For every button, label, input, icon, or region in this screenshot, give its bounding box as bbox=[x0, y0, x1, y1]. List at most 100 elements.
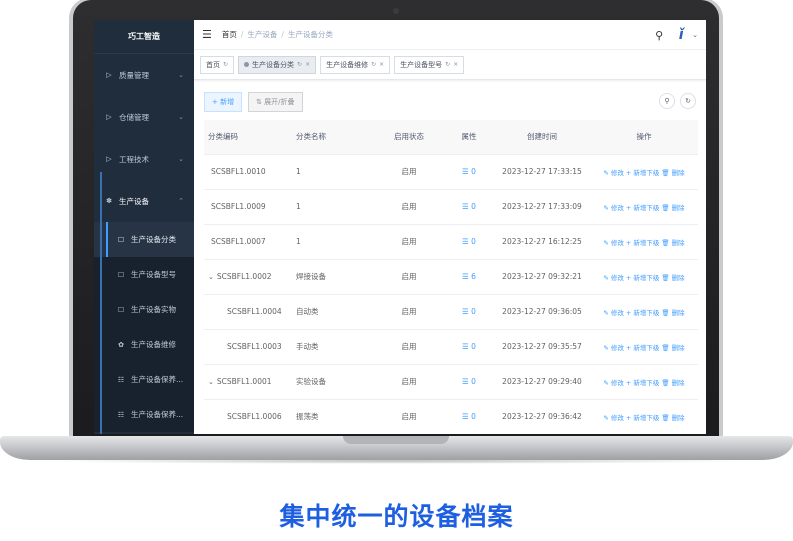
breadcrumb-separator: / bbox=[240, 30, 244, 39]
edit-button[interactable]: ✎ 修改 bbox=[603, 169, 624, 177]
column-header: 属性 bbox=[444, 120, 494, 155]
delete-button[interactable]: 🗑 删除 bbox=[661, 239, 684, 247]
add-sub-button[interactable]: + 新增下级 bbox=[626, 204, 660, 212]
cell-code: SCSBFL1.0006 bbox=[204, 399, 296, 434]
sidebar-subitem-category[interactable]: ☐ 生产设备分类 bbox=[94, 222, 194, 257]
add-sub-button[interactable]: + 新增下级 bbox=[626, 379, 660, 387]
sidebar-item-equipment[interactable]: ✽ 生产设备 ⌃ bbox=[94, 180, 194, 222]
sidebar-subitem-repair[interactable]: ✿ 生产设备维修 bbox=[94, 327, 194, 362]
edit-button[interactable]: ✎ 修改 bbox=[603, 379, 624, 387]
chevron-down-icon: ⌄ bbox=[178, 71, 184, 79]
add-sub-button[interactable]: + 新增下级 bbox=[626, 239, 660, 247]
delete-button[interactable]: 🗑 删除 bbox=[661, 414, 684, 422]
edit-button[interactable]: ✎ 修改 bbox=[603, 239, 624, 247]
edit-button[interactable]: ✎ 修改 bbox=[603, 344, 624, 352]
toolbar-right: ⚲ ↻ bbox=[654, 93, 696, 109]
cell-ops: ✎ 修改 + 新增下级 🗑 删除 bbox=[590, 189, 698, 225]
sidebar-subitem-label: 生产设备保养... bbox=[131, 410, 184, 419]
refresh-icon[interactable]: ↻ bbox=[223, 61, 228, 68]
cell-attr[interactable]: ☰ 0 bbox=[444, 189, 494, 225]
table-row[interactable]: SCSBFL1.0007 1 启用 ☰ 0 2023-12-27 16:12:25 ✎ 修… bbox=[204, 224, 698, 260]
cell-attr[interactable]: ☰ 6 bbox=[444, 259, 494, 295]
breadcrumb-home[interactable]: 首页 bbox=[222, 29, 237, 40]
cell-attr[interactable]: ☰ 0 bbox=[444, 399, 494, 434]
add-sub-button[interactable]: + 新增下级 bbox=[626, 309, 660, 317]
expand-collapse-button[interactable]: ⇅ 展开/折叠 bbox=[248, 92, 303, 112]
list-icon: ☰ bbox=[462, 167, 472, 176]
add-sub-label: 新增下级 bbox=[633, 238, 660, 247]
delete-button[interactable]: 🗑 删除 bbox=[661, 344, 684, 352]
delete-button[interactable]: 🗑 删除 bbox=[661, 204, 684, 212]
edit-button[interactable]: ✎ 修改 bbox=[603, 309, 624, 317]
chevron-down-icon: ⌄ bbox=[178, 155, 184, 163]
search-toggle-icon[interactable]: ⚲ bbox=[659, 93, 675, 109]
tree-caret-icon[interactable]: ⌄ bbox=[208, 378, 214, 386]
attr-count: 0 bbox=[471, 167, 476, 176]
delete-button[interactable]: 🗑 删除 bbox=[661, 169, 684, 177]
tag-label: 生产设备维修 bbox=[326, 60, 369, 69]
avatar[interactable]: ǐ bbox=[671, 24, 691, 46]
hamburger-icon[interactable]: ☰ bbox=[202, 28, 212, 41]
cell-attr[interactable]: ☰ 0 bbox=[444, 154, 494, 190]
cell-status: 启用 bbox=[374, 329, 444, 365]
sidebar-item-quality[interactable]: ▷ 质量管理 ⌄ bbox=[94, 54, 194, 96]
sidebar-subitem-maintenance-1[interactable]: ☷ 生产设备保养... bbox=[94, 362, 194, 397]
tag-model[interactable]: 生产设备型号 ↻ × bbox=[394, 55, 465, 74]
refresh-icon[interactable]: ↻ bbox=[445, 61, 450, 68]
edit-label: 修改 bbox=[610, 413, 624, 422]
caption: 集中统一的设备档案 bbox=[279, 502, 514, 531]
table-row[interactable]: SCSBFL1.0004 自动类 启用 ☰ 0 2023-12-27 09:36:05 ✎… bbox=[204, 294, 698, 330]
table-row[interactable]: SCSBFL1.0010 1 启用 ☰ 0 2023-12-27 17:33:15 ✎ 修… bbox=[204, 154, 698, 190]
refresh-icon[interactable]: ↻ bbox=[680, 93, 696, 109]
cell-code: SCSBFL1.0007 bbox=[204, 224, 296, 260]
delete-button[interactable]: 🗑 删除 bbox=[661, 274, 684, 282]
add-sub-button[interactable]: + 新增下级 bbox=[626, 169, 660, 177]
refresh-icon[interactable]: ↻ bbox=[371, 61, 376, 68]
table-row[interactable]: SCSBFL1.0003 手动类 启用 ☰ 0 2023-12-27 09:35:57 ✎… bbox=[204, 329, 698, 365]
table-row[interactable]: SCSBFL1.0009 1 启用 ☰ 0 2023-12-27 17:33:09 ✎ 修… bbox=[204, 189, 698, 225]
code-text: SCSBFL1.0010 bbox=[211, 167, 266, 176]
close-icon[interactable]: × bbox=[453, 61, 458, 68]
add-sub-button[interactable]: + 新增下级 bbox=[626, 344, 660, 352]
edit-icon: ☐ bbox=[117, 305, 125, 314]
tag-category[interactable]: 生产设备分类 ↻ × bbox=[238, 55, 317, 74]
add-button[interactable]: + 新增 bbox=[204, 92, 243, 112]
cell-attr[interactable]: ☰ 0 bbox=[444, 329, 494, 365]
table-row[interactable]: SCSBFL1.0006 振荡类 启用 ☰ 0 2023-12-27 09:36:42 ✎… bbox=[204, 399, 698, 434]
tree-caret-icon[interactable]: ⌄ bbox=[208, 273, 214, 281]
attr-count: 0 bbox=[471, 202, 476, 211]
close-icon[interactable]: × bbox=[379, 61, 384, 68]
tag-repair[interactable]: 生产设备维修 ↻ × bbox=[320, 55, 391, 74]
tag-label: 生产设备型号 bbox=[400, 60, 443, 69]
sidebar-item-warehouse[interactable]: ▷ 仓储管理 ⌄ bbox=[94, 96, 194, 138]
table-row[interactable]: ⌄ SCSBFL1.0001 实验设备 启用 ☰ 0 2023-12-27 09:29:4… bbox=[204, 364, 698, 400]
cell-time: 2023-12-27 09:36:42 bbox=[494, 399, 590, 434]
delete-button[interactable]: 🗑 删除 bbox=[661, 309, 684, 317]
sidebar-subitem-physical[interactable]: ☐ 生产设备实物 bbox=[94, 292, 194, 327]
close-icon[interactable]: × bbox=[305, 61, 310, 68]
edit-button[interactable]: ✎ 修改 bbox=[603, 274, 624, 282]
code-text: SCSBFL1.0001 bbox=[216, 377, 272, 386]
chevron-down-icon[interactable]: ⌄ bbox=[692, 31, 698, 39]
sidebar: 巧工智造 ▷ 质量管理 ⌄ ▷ 仓储管理 ⌄ ▷ 工程技术 ⌄ ✽ 生产设备 ⌃ bbox=[94, 20, 194, 434]
sidebar-subitem-maintenance-2[interactable]: ☷ 生产设备保养... bbox=[94, 397, 194, 432]
delete-label: 删除 bbox=[671, 168, 685, 177]
sidebar-subitem-model[interactable]: ☐ 生产设备型号 bbox=[94, 257, 194, 292]
edit-button[interactable]: ✎ 修改 bbox=[603, 204, 624, 212]
add-sub-button[interactable]: + 新增下级 bbox=[626, 274, 660, 282]
cell-attr[interactable]: ☰ 0 bbox=[444, 294, 494, 330]
edit-button[interactable]: ✎ 修改 bbox=[603, 414, 624, 422]
delete-button[interactable]: 🗑 删除 bbox=[661, 379, 684, 387]
sidebar-item-label: 生产设备 bbox=[119, 196, 149, 206]
add-sub-button[interactable]: + 新增下级 bbox=[626, 414, 660, 422]
tag-home[interactable]: 首页 ↻ bbox=[200, 55, 235, 74]
sidebar-item-engineering[interactable]: ▷ 工程技术 ⌄ bbox=[94, 138, 194, 180]
cell-attr[interactable]: ☰ 0 bbox=[444, 224, 494, 260]
table-row[interactable]: ⌄ SCSBFL1.0002 焊接设备 启用 ☰ 6 2023-12-27 09:32:2… bbox=[204, 259, 698, 295]
cell-attr[interactable]: ☰ 0 bbox=[444, 364, 494, 400]
sidebar-item-label: 质量管理 bbox=[119, 70, 149, 80]
edit-label: 修改 bbox=[610, 378, 624, 387]
search-icon[interactable]: ⚲ bbox=[655, 29, 663, 42]
edit-label: 修改 bbox=[610, 168, 624, 177]
refresh-icon[interactable]: ↻ bbox=[297, 61, 302, 68]
